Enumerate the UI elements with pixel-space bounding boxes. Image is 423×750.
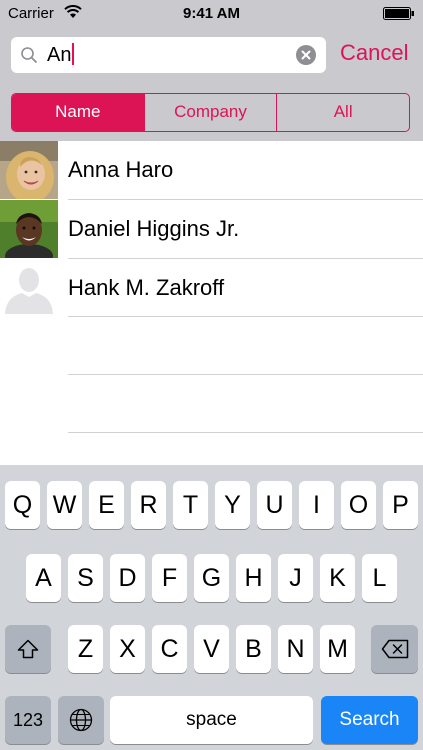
contact-avatar-placeholder	[0, 259, 58, 317]
key-k[interactable]: K	[320, 554, 355, 602]
key-d[interactable]: D	[110, 554, 145, 602]
search-scope-control: Name Company All	[11, 93, 410, 132]
row-separator	[68, 316, 423, 317]
search-text: An	[47, 43, 75, 67]
key-e[interactable]: E	[89, 481, 124, 529]
search-key[interactable]: Search	[321, 696, 418, 744]
key-y[interactable]: Y	[215, 481, 250, 529]
search-query: An	[47, 44, 72, 66]
contact-avatar	[0, 141, 58, 199]
numbers-key[interactable]: 123	[5, 696, 51, 744]
key-c[interactable]: C	[152, 625, 187, 673]
key-f[interactable]: F	[152, 554, 187, 602]
shift-icon	[17, 639, 39, 659]
key-o[interactable]: O	[341, 481, 376, 529]
key-b[interactable]: B	[236, 625, 271, 673]
clear-search-icon[interactable]	[296, 45, 316, 65]
key-a[interactable]: A	[26, 554, 61, 602]
row-separator	[68, 432, 423, 433]
key-n[interactable]: N	[278, 625, 313, 673]
contact-name: Daniel Higgins Jr.	[68, 216, 240, 241]
key-t[interactable]: T	[173, 481, 208, 529]
key-x[interactable]: X	[110, 625, 145, 673]
key-m[interactable]: M	[320, 625, 355, 673]
key-q[interactable]: Q	[5, 481, 40, 529]
key-r[interactable]: R	[131, 481, 166, 529]
clock-label: 9:41 AM	[183, 5, 240, 22]
status-bar: Carrier 9:41 AM	[0, 0, 423, 28]
battery-icon	[383, 7, 414, 20]
contact-row[interactable]: Hank M. Zakroff	[0, 259, 423, 317]
globe-key[interactable]	[58, 696, 104, 744]
contact-name: Hank M. Zakroff	[68, 275, 225, 300]
key-g[interactable]: G	[194, 554, 229, 602]
key-l[interactable]: L	[362, 554, 397, 602]
search-header: Carrier 9:41 AM An Cancel Name Company A…	[0, 0, 423, 141]
globe-icon	[69, 708, 93, 732]
text-caret	[72, 43, 75, 65]
segment-name[interactable]: Name	[12, 94, 145, 131]
backspace-icon	[381, 639, 408, 659]
shift-key[interactable]	[5, 625, 51, 673]
keyboard: Q W E R T Y U I O P A S D F G H J K L Z …	[0, 465, 423, 750]
key-z[interactable]: Z	[68, 625, 103, 673]
search-input[interactable]: An	[11, 37, 326, 73]
key-w[interactable]: W	[47, 481, 82, 529]
key-p[interactable]: P	[383, 481, 418, 529]
segment-company[interactable]: Company	[145, 94, 278, 131]
segment-all[interactable]: All	[277, 94, 409, 131]
key-s[interactable]: S	[68, 554, 103, 602]
key-h[interactable]: H	[236, 554, 271, 602]
cancel-button[interactable]: Cancel	[340, 40, 408, 66]
contact-row[interactable]: Daniel Higgins Jr.	[0, 200, 423, 258]
key-i[interactable]: I	[299, 481, 334, 529]
contact-avatar	[0, 200, 58, 258]
delete-key[interactable]	[371, 625, 418, 673]
contacts-results-list: Anna Haro Daniel Higgins Jr. Hank M. Zak…	[0, 141, 423, 465]
key-v[interactable]: V	[194, 625, 229, 673]
key-u[interactable]: U	[257, 481, 292, 529]
contact-name: Anna Haro	[68, 157, 174, 182]
contact-row[interactable]: Anna Haro	[0, 141, 423, 199]
space-key[interactable]: space	[110, 696, 313, 744]
search-icon	[21, 47, 37, 63]
row-separator	[68, 374, 423, 375]
key-j[interactable]: J	[278, 554, 313, 602]
